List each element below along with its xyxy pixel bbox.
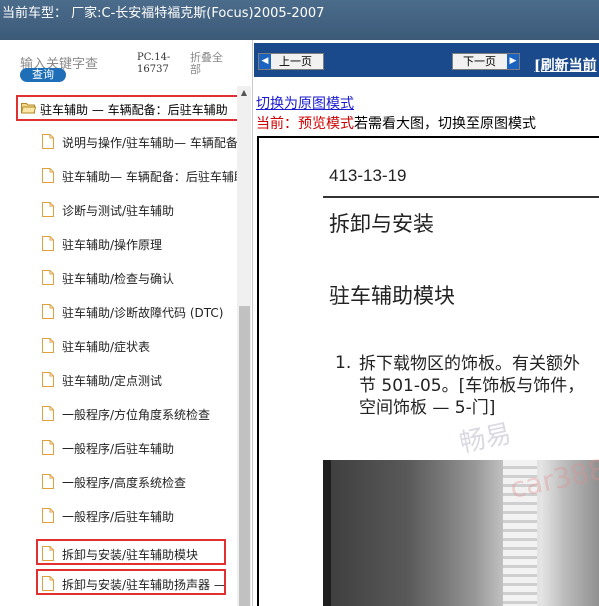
- tree-root-item[interactable]: 驻车辅助 — 车辆配备：后驻车辅助: [16, 95, 244, 121]
- switch-mode-link[interactable]: 切换为原图模式: [256, 93, 354, 113]
- step-text: 拆下载物区的饰板。有关额外 节 501-05。[车饰板与饰件， 空间饰板 — 5…: [359, 354, 585, 418]
- page-subheading: 驻车辅助模块: [329, 284, 455, 308]
- scroll-thumb[interactable]: [239, 306, 250, 606]
- tree-item[interactable]: 驻车辅助/定点测试: [38, 367, 238, 393]
- tree-item-label: 一般程序/后驻车辅助: [62, 510, 175, 524]
- tree-item-label: 诊断与测试/驻车辅助: [62, 204, 175, 218]
- tree-item-label: 一般程序/高度系统检查: [62, 476, 187, 490]
- content-pane: ◀ 上一页 下一页 ▶ [刷新当前 切换为原图模式 当前：预览模式若需看大图，切…: [254, 40, 599, 606]
- next-page-label: 下一页: [463, 55, 496, 68]
- divider: [323, 196, 599, 198]
- arrow-left-icon: ◀: [259, 54, 271, 69]
- document-icon: [42, 546, 54, 561]
- document-icon: [42, 168, 54, 183]
- mode-current: 预览模式: [298, 116, 354, 132]
- step-number: 1.: [335, 353, 352, 373]
- collapse-all-link[interactable]: 折叠全部: [190, 52, 230, 76]
- tree-item-label: 说明与操作/驻车辅助— 车辆配备: [62, 136, 238, 150]
- photo-edge: [323, 460, 331, 606]
- document-icon: [42, 576, 54, 591]
- prev-page-button[interactable]: ◀ 上一页: [258, 53, 324, 70]
- pc-code: PC.14-16737: [137, 52, 171, 75]
- tree-item-label: 拆卸与安装/驻车辅助模块: [62, 548, 199, 562]
- tree-item[interactable]: 说明与操作/驻车辅助— 车辆配备: [38, 129, 238, 155]
- tree-item-label: 驻车辅助/定点测试: [62, 374, 163, 388]
- watermark-text: 畅易: [456, 418, 515, 460]
- tree-item-label: 驻车辅助— 车辆配备：后驻车辅助: [62, 170, 238, 184]
- tree-item[interactable]: 一般程序/后驻车辅助: [38, 503, 238, 529]
- mode-status: 当前：预览模式若需看大图，切换至原图模式: [256, 113, 536, 133]
- sidebar: 输入关键字查 查询 PC.14-16737 折叠全部 驻车辅助 — 车辆配备：后…: [0, 40, 253, 606]
- tree-item[interactable]: 一般程序/方位角度系统检查: [38, 401, 238, 427]
- document-icon: [42, 372, 54, 387]
- query-button[interactable]: 查询: [20, 68, 66, 82]
- tree-item-label: 驻车辅助/操作原理: [62, 238, 163, 252]
- document-icon: [42, 202, 54, 217]
- next-page-button[interactable]: 下一页 ▶: [452, 53, 520, 70]
- tree-item-label: 驻车辅助/检查与确认: [62, 272, 175, 286]
- document-icon: [42, 406, 54, 421]
- tree-item[interactable]: 一般程序/高度系统检查: [38, 469, 238, 495]
- tree-item[interactable]: 驻车辅助/症状表: [38, 333, 238, 359]
- document-icon: [42, 508, 54, 523]
- document-preview: 413-13-19 拆卸与安装 驻车辅助模块 1. 拆下载物区的饰板。有关额外 …: [257, 136, 599, 606]
- sidebar-scrollbar[interactable]: ▲: [237, 86, 251, 606]
- tree-item-highlighted[interactable]: 拆卸与安装/驻车辅助模块: [36, 539, 226, 565]
- mode-suffix: 若需看大图，切换至原图模式: [354, 116, 536, 132]
- tree-item-label: 驻车辅助/诊断故障代码 (DTC): [62, 306, 224, 320]
- page-number: 413-13-19: [329, 166, 407, 185]
- document-icon: [42, 236, 54, 251]
- tree-root-label: 驻车辅助 — 车辆配备：后驻车辅助: [40, 103, 228, 117]
- folder-open-icon: [21, 103, 36, 114]
- document-icon: [42, 440, 54, 455]
- tree-item-label: 拆卸与安装/驻车辅助扬声器 — 后: [62, 578, 226, 592]
- tree-item[interactable]: 驻车辅助— 车辆配备：后驻车辅助: [38, 163, 238, 189]
- tree-item[interactable]: 驻车辅助/操作原理: [38, 231, 238, 257]
- document-icon: [42, 304, 54, 319]
- tree-item-label: 驻车辅助/症状表: [62, 340, 151, 354]
- tree-item-label: 一般程序/后驻车辅助: [62, 442, 175, 456]
- tree-item[interactable]: 驻车辅助/检查与确认: [38, 265, 238, 291]
- tree-item[interactable]: 驻车辅助/诊断故障代码 (DTC): [38, 299, 238, 325]
- arrow-right-icon: ▶: [507, 54, 519, 69]
- tree-item-label: 一般程序/方位角度系统检查: [62, 408, 211, 422]
- scroll-up-icon[interactable]: ▲: [237, 86, 251, 100]
- document-icon: [42, 134, 54, 149]
- tree-item[interactable]: 诊断与测试/驻车辅助: [38, 197, 238, 223]
- title-bar: 当前车型： 厂家:C-长安福特福克斯(Focus)2005-2007: [0, 0, 599, 40]
- vehicle-title: 当前车型： 厂家:C-长安福特福克斯(Focus)2005-2007: [2, 6, 325, 21]
- prev-page-label: 上一页: [279, 55, 312, 68]
- nav-bar: ◀ 上一页 下一页 ▶ [刷新当前: [254, 43, 599, 77]
- page-heading: 拆卸与安装: [329, 212, 434, 236]
- tree-item-highlighted[interactable]: 拆卸与安装/驻车辅助扬声器 — 后: [36, 569, 226, 595]
- mode-prefix: 当前：: [256, 116, 298, 132]
- document-icon: [42, 338, 54, 353]
- refresh-link[interactable]: [刷新当前: [534, 55, 597, 75]
- tree-item[interactable]: 一般程序/后驻车辅助: [38, 435, 238, 461]
- document-icon: [42, 270, 54, 285]
- document-icon: [42, 474, 54, 489]
